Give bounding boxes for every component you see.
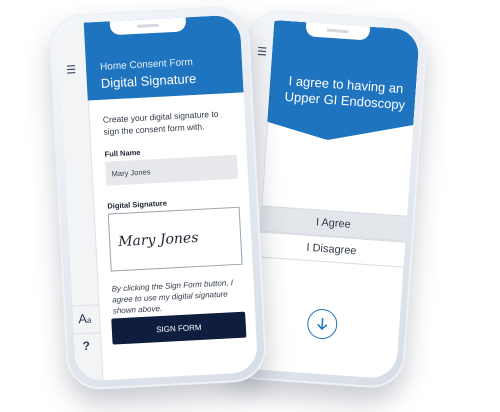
screen-left: ☰ Aa ? Home Consent Form Digital Signatu… <box>57 14 259 382</box>
full-name-field[interactable]: Mary Jones <box>105 154 239 186</box>
rail-divider <box>73 332 100 335</box>
rail-divider <box>72 304 99 307</box>
phone-left: ☰ Aa ? Home Consent Form Digital Signatu… <box>48 5 268 391</box>
sign-form-button[interactable]: SIGN FORM <box>111 311 247 345</box>
signature-pad[interactable]: Mary Jones <box>107 206 243 272</box>
font-size-icon[interactable]: Aa <box>78 311 92 326</box>
list-icon[interactable]: ☰ <box>66 63 76 77</box>
consent-text: By clicking the Sign Form button, I agre… <box>111 278 234 316</box>
arrow-down-icon[interactable] <box>306 308 339 341</box>
signature-label: Digital Signature <box>107 198 168 211</box>
list-icon[interactable]: ☰ <box>257 45 268 59</box>
intro-text: Create your digital signature to sign th… <box>102 108 219 137</box>
question-icon[interactable]: ? <box>82 339 90 353</box>
full-name-label: Full Name <box>104 147 141 159</box>
